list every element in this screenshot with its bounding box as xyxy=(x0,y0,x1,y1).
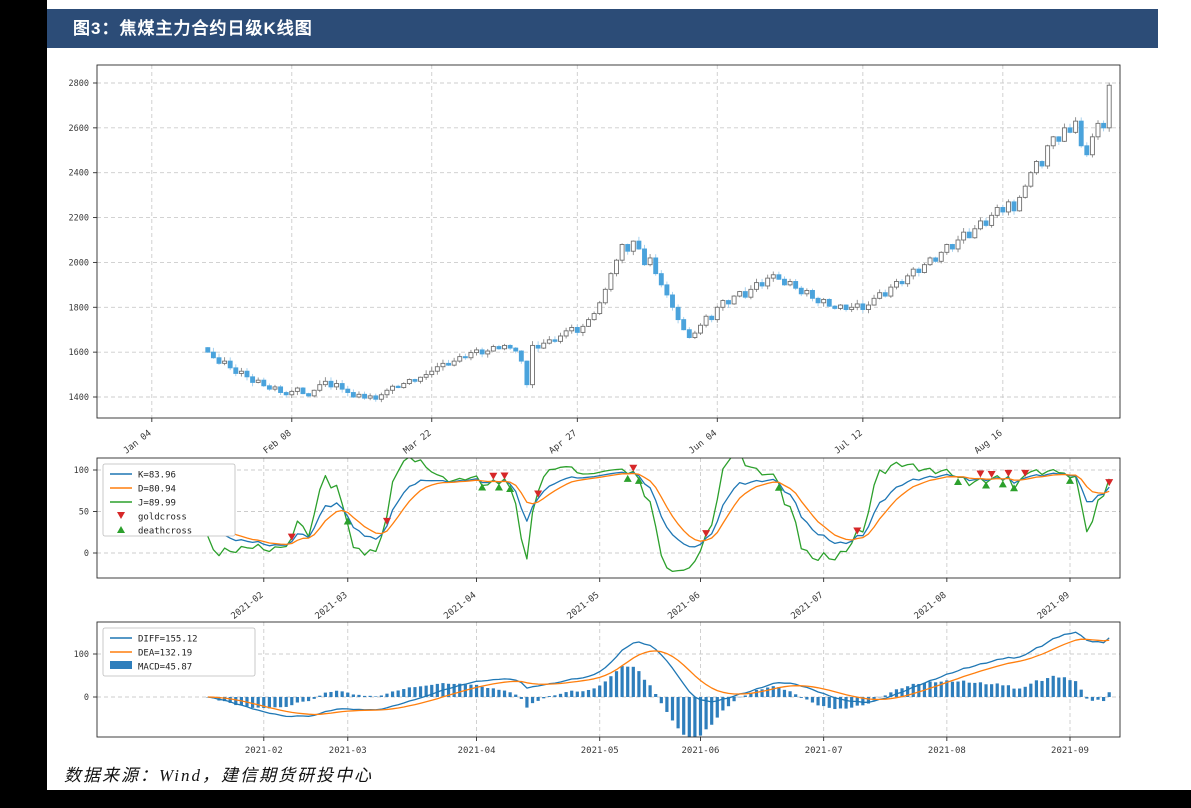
y-tick-label: 100 xyxy=(74,466,89,476)
y-tick-label: 100 xyxy=(74,650,89,660)
goldcross-legend-label: goldcross xyxy=(138,513,187,523)
x-tick-label: 2021-09 xyxy=(1036,590,1072,621)
x-tick-label: 2021-07 xyxy=(805,746,843,756)
y-tick-label: 2000 xyxy=(69,258,89,268)
x-tick-label: Apr 27 xyxy=(547,428,579,456)
x-tick-label: Mar 22 xyxy=(402,428,434,456)
macd-bar-legend-sample xyxy=(110,661,132,669)
x-tick-label: 2021-04 xyxy=(442,590,478,621)
x-tick-label: 2021-02 xyxy=(245,746,283,756)
x-tick-label: Jun 04 xyxy=(687,428,719,456)
kline-figure-svg: 1400 1600 1800 2000 2200 2400 2600 2800 Jan 04 Fe… xyxy=(0,0,1191,808)
d-line-legend-label: D=80.94 xyxy=(138,485,176,495)
x-tick-label: Feb 08 xyxy=(262,428,294,456)
y-tick-label: 2200 xyxy=(69,214,89,224)
x-tick-label: 2021-05 xyxy=(581,746,619,756)
x-tick-label: 2021-06 xyxy=(666,590,702,621)
y-tick-label: 0 xyxy=(84,693,89,703)
report-figure-page: 图3：焦煤主力合约日级K线图 1400160018002000220024002… xyxy=(0,0,1191,808)
dea-legend-label: DEA=132.19 xyxy=(138,649,192,659)
y-tick-label: 1600 xyxy=(69,348,89,358)
x-tick-label: 2021-05 xyxy=(566,590,602,621)
candlestick-series xyxy=(206,83,1111,403)
x-tick-label: 2021-07 xyxy=(789,590,825,621)
y-tick-label: 0 xyxy=(84,549,89,559)
j-line-legend-label: J=89.99 xyxy=(138,499,176,509)
diff-legend-label: DIFF=155.12 xyxy=(138,635,198,645)
candlestick-panel-axes: 1400 1600 1800 2000 2200 2400 2600 2800 Jan 04 Fe… xyxy=(69,65,1120,456)
x-tick-label: Aug 16 xyxy=(973,428,1005,456)
k-line-legend-label: K=83.96 xyxy=(138,471,176,481)
kdj-legend: K=83.96 D=80.94 J=89.99 goldcross deathc… xyxy=(103,464,235,537)
macd-legend-label: MACD=45.87 xyxy=(138,663,192,673)
x-tick-label: 2021-06 xyxy=(682,746,720,756)
x-tick-label: 2021-04 xyxy=(458,746,496,756)
y-tick-label: 1400 xyxy=(69,393,89,403)
x-tick-label: Jan 04 xyxy=(122,428,154,456)
macd-legend: DIFF=155.12 DEA=132.19 MACD=45.87 xyxy=(103,628,255,676)
x-tick-label: 2021-08 xyxy=(928,746,966,756)
x-tick-label: 2021-09 xyxy=(1051,746,1089,756)
deathcross-legend-label: deathcross xyxy=(138,527,192,537)
y-tick-label: 2600 xyxy=(69,124,89,134)
x-tick-label: 2021-02 xyxy=(230,590,266,621)
x-tick-label: Jul 12 xyxy=(833,428,865,456)
x-tick-label: 2021-08 xyxy=(913,590,949,621)
y-tick-label: 1800 xyxy=(69,303,89,313)
macd-series xyxy=(206,632,1111,739)
candlestick-panel-grid xyxy=(97,65,1120,418)
x-tick-label: 2021-03 xyxy=(329,746,367,756)
y-tick-label: 2800 xyxy=(69,79,89,89)
y-tick-label: 2400 xyxy=(69,169,89,179)
y-tick-label: 50 xyxy=(79,508,89,518)
data-source-note: 数据来源：Wind，建信期货研投中心 xyxy=(64,761,373,786)
x-tick-label: 2021-03 xyxy=(314,590,350,621)
